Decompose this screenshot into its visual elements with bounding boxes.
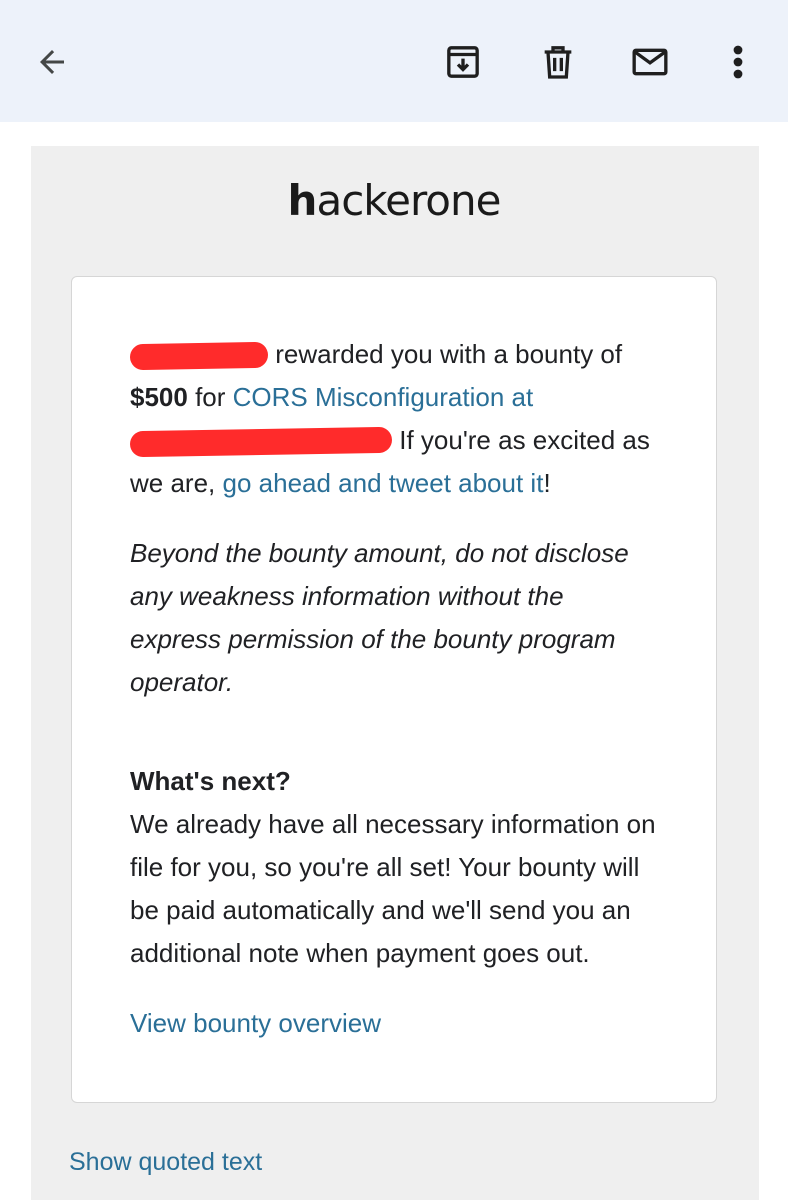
tweet-link[interactable]: go ahead and tweet about it [223,468,544,498]
disclaimer-text: Beyond the bounty amount, do not disclos… [130,538,629,697]
mark-unread-button[interactable] [624,36,676,88]
archive-button[interactable] [437,36,489,88]
view-bounty-overview-link[interactable]: View bounty overview [130,1002,381,1045]
report-link[interactable]: CORS Misconfiguration at [233,382,534,412]
arrow-left-icon [40,50,64,74]
paragraph-line-1: rewarded you with a bounty of [129,333,690,376]
whats-next-heading: What's next? [130,766,291,796]
more-vert-icon [733,45,743,79]
paragraph-line-2: $500 for CORS Misconfiguration at [130,382,534,412]
whats-next-body: We already have all necessary informatio… [130,809,656,968]
paragraph-line-3: If you're as excited as [129,419,690,462]
mail-icon [632,48,668,76]
redacted-program-name [129,341,269,371]
show-quoted-text-link[interactable]: Show quoted text [69,1148,262,1177]
more-options-button[interactable] [712,36,764,88]
bounty-paragraph: rewarded you with a bounty of $500 for C… [129,333,690,505]
redacted-domain [129,426,393,458]
app-bar [0,0,788,122]
bounty-amount: $500 [130,382,188,412]
back-button[interactable] [26,36,78,88]
paragraph-line-4: we are, go ahead and tweet about it! [130,468,551,498]
archive-icon [447,46,479,78]
delete-button[interactable] [532,36,584,88]
trash-icon [544,46,572,79]
hackerone-logo: hackerone [287,176,502,225]
